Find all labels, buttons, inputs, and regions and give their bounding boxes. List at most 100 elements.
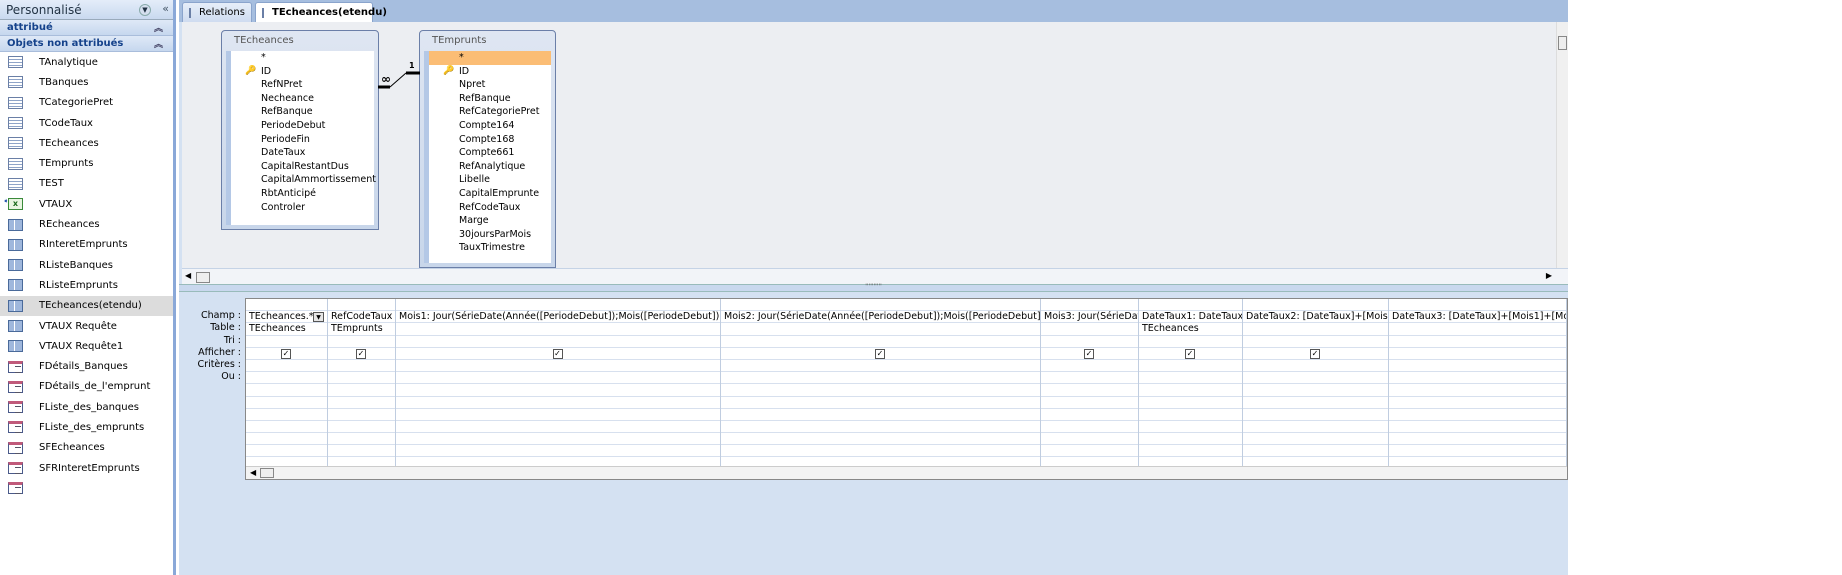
or-cell[interactable] [1389,433,1566,446]
column-selector[interactable] [1389,299,1566,312]
group-objets-non-attribues[interactable]: Objets non attribués ︽ [0,36,173,52]
or-cell[interactable] [1389,409,1566,421]
nav-item[interactable]: VTAUX Requête [0,316,173,336]
or-cell[interactable] [721,384,1040,397]
table-cell[interactable]: TEmprunts [328,323,395,336]
grid-column[interactable]: Mois3: Jour(SérieDate ✓ [1041,299,1139,479]
or-cell[interactable] [1139,372,1242,385]
table-field[interactable]: 🔑 ID [231,65,374,79]
column-selector[interactable] [396,299,720,312]
show-cell[interactable]: ✓ [1139,348,1242,360]
table-field[interactable]: CapitalRestantDus [231,160,374,174]
show-cell[interactable]: ✓ [246,348,327,360]
table-field[interactable]: Npret [429,78,551,92]
or-cell[interactable] [721,445,1040,458]
or-cell[interactable] [1243,421,1388,434]
horizontal-scrollbar[interactable]: ◀ ▶ [182,268,1568,284]
nav-item[interactable]: TAnalytique [0,52,173,72]
table-field[interactable]: RefNPret [231,78,374,92]
or-cell[interactable] [721,433,1040,446]
group-attribue[interactable]: attribué ︽ [0,20,173,36]
or-cell[interactable] [328,421,395,434]
table-box-temprunts[interactable]: TEmprunts * 🔑 ID Npret RefBanque RefCategorie… [419,30,556,268]
field-cell[interactable]: DateTaux1: DateTaux [1139,311,1242,324]
show-checkbox[interactable]: ✓ [281,348,291,359]
or-cell[interactable] [1243,384,1388,397]
show-checkbox[interactable]: ✓ [1310,348,1320,359]
or-cell[interactable] [1041,409,1138,421]
or-cell[interactable] [328,433,395,446]
nav-item[interactable]: TCodeTaux [0,113,173,133]
or-cell[interactable] [721,421,1040,434]
field-cell[interactable]: Mois3: Jour(SérieDate [1041,311,1138,324]
show-cell[interactable]: ✓ [396,348,720,360]
table-field[interactable]: RefAnalytique [429,160,551,174]
show-cell[interactable]: ✓ [1243,348,1388,360]
table-field[interactable]: RbtAnticipé [231,187,374,201]
criteria-cell[interactable] [246,360,327,373]
field-cell[interactable]: DateTaux3: [DateTaux]+[Mois1]+[Mois2] [1389,311,1566,324]
nav-item[interactable]: SFRInteretEmprunts [0,458,173,478]
nav-item[interactable]: FDétails_Banques [0,356,173,376]
nav-item[interactable]: RListeBanques [0,255,173,275]
nav-item[interactable]: FListe_des_banques [0,397,173,417]
nav-item[interactable]: FListe_des_emprunts [0,417,173,437]
or-cell[interactable] [246,372,327,385]
tab-relations[interactable]: Relations [182,2,252,22]
show-checkbox[interactable]: ✓ [875,348,885,359]
or-cell[interactable] [1041,445,1138,458]
or-cell[interactable] [1389,372,1566,385]
grid-column[interactable]: RefCodeTaux TEmprunts ✓ [328,299,396,479]
or-cell[interactable] [246,433,327,446]
or-cell[interactable] [1243,433,1388,446]
pane-splitter[interactable]: '''''''''' [179,284,1568,292]
table-box-techeances[interactable]: TEcheances * 🔑 ID RefNPret Necheance RefBanqu… [221,30,379,230]
grid-column[interactable]: DateTaux1: DateTaux TEcheances ✓ [1139,299,1243,479]
table-field[interactable]: Libelle [429,173,551,187]
or-cell[interactable] [1139,397,1242,409]
or-cell[interactable] [1389,384,1566,397]
or-cell[interactable] [1243,372,1388,385]
or-cell[interactable] [246,445,327,458]
table-field[interactable]: Marge [429,214,551,228]
table-field[interactable]: CapitalEmprunte [429,187,551,201]
table-cell[interactable] [721,323,1040,336]
sort-cell[interactable] [328,336,395,348]
show-checkbox[interactable]: ✓ [1084,348,1094,359]
or-cell[interactable] [328,384,395,397]
table-field[interactable]: Compte168 [429,133,551,147]
tab-techeances-etendu[interactable]: TEcheances(etendu) [255,2,387,22]
or-cell[interactable] [328,409,395,421]
or-cell[interactable] [396,445,720,458]
nav-item[interactable]: RInteretEmprunts [0,235,173,255]
sort-cell[interactable] [1139,336,1242,348]
criteria-cell[interactable] [1041,360,1138,373]
or-cell[interactable] [246,421,327,434]
table-field[interactable]: Compte164 [429,119,551,133]
or-cell[interactable] [328,397,395,409]
chevron-down-icon[interactable]: ▼ [139,4,151,16]
or-cell[interactable] [1041,384,1138,397]
or-cell[interactable] [1041,421,1138,434]
table-field[interactable]: Controler [231,201,374,215]
or-cell[interactable] [1041,433,1138,446]
show-cell[interactable] [1389,348,1566,360]
table-field[interactable]: RefBanque [231,105,374,119]
or-cell[interactable] [328,445,395,458]
nav-item[interactable]: TEmprunts [0,153,173,173]
nav-item[interactable]: VTAUX Requête1 [0,336,173,356]
or-cell[interactable] [328,372,395,385]
navigation-pane-header[interactable]: Personnalisé ▼ « [0,0,173,20]
grid-column[interactable]: DateTaux2: [DateTaux]+[Mois1] ✓ [1243,299,1389,479]
or-cell[interactable] [396,397,720,409]
table-cell[interactable] [1243,323,1388,336]
table-cell[interactable]: TEcheances [246,323,327,336]
show-cell[interactable]: ✓ [1041,348,1138,360]
dropdown-arrow-icon[interactable]: ▼ [313,312,324,323]
column-selector[interactable] [328,299,395,312]
table-field[interactable]: 30joursParMois [429,228,551,242]
or-cell[interactable] [396,433,720,446]
sort-cell[interactable] [246,336,327,348]
criteria-cell[interactable] [1139,360,1242,373]
show-cell[interactable]: ✓ [721,348,1040,360]
